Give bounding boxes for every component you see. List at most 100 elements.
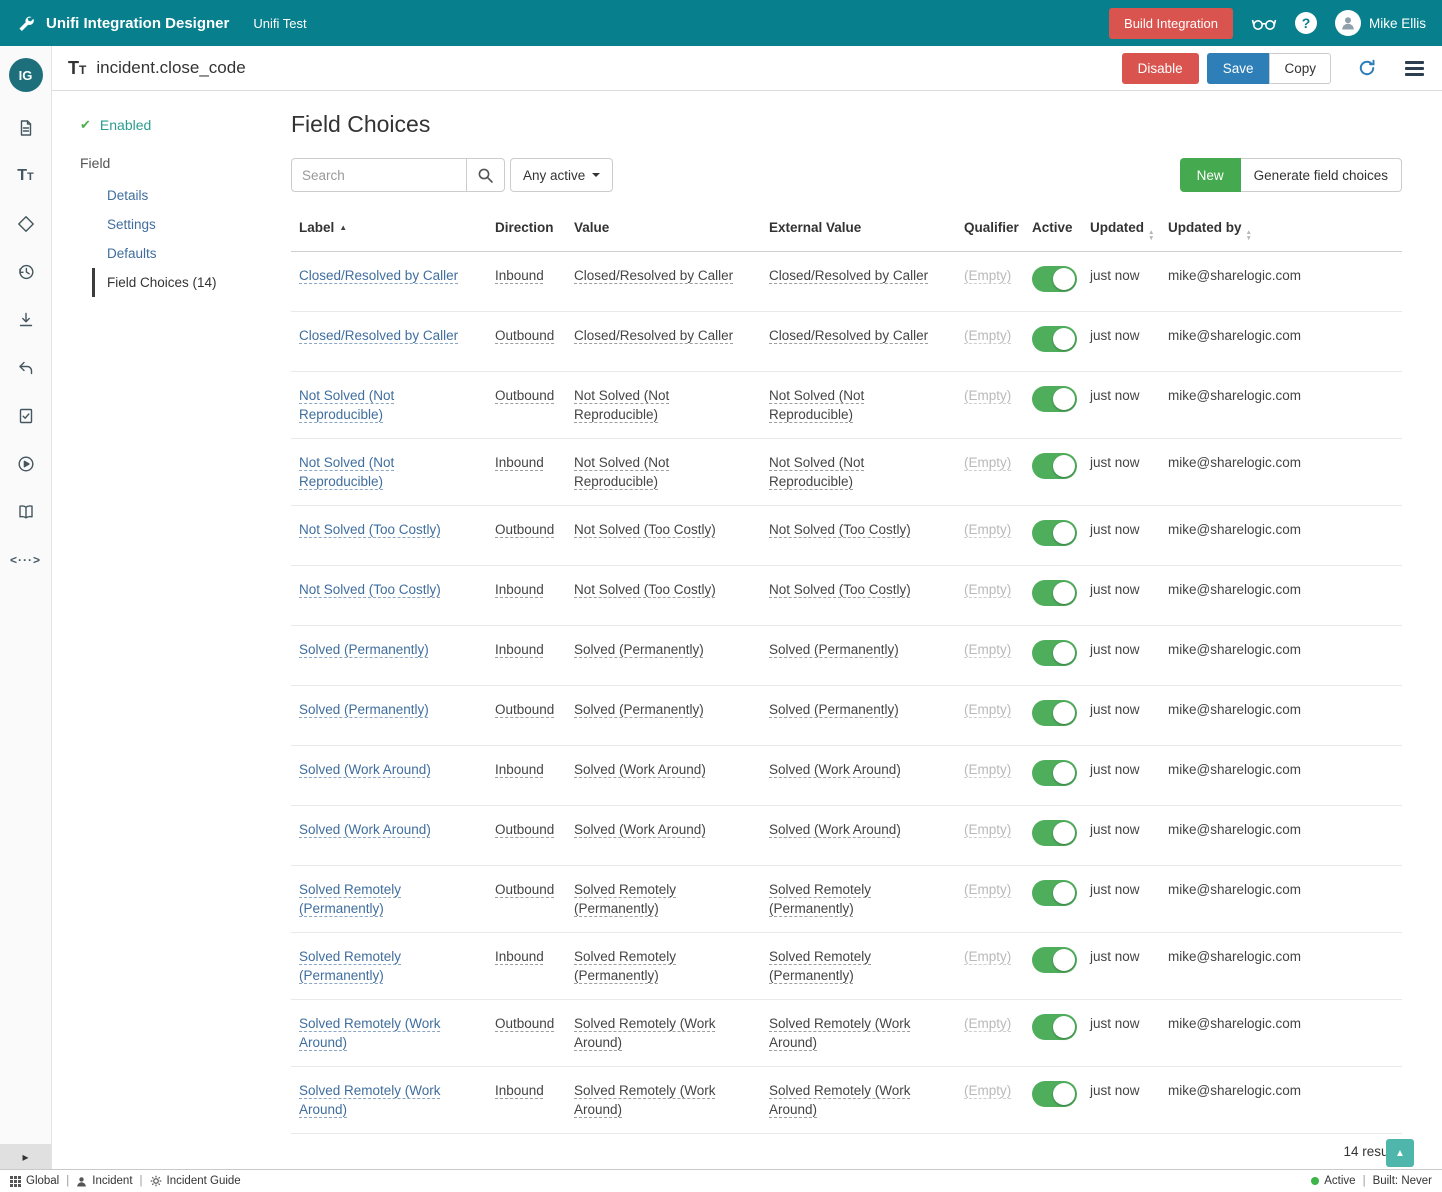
row-label-link[interactable]: Solved (Permanently): [299, 642, 429, 657]
refresh-icon[interactable]: [1357, 58, 1377, 78]
play-icon[interactable]: [17, 454, 35, 474]
row-external-value[interactable]: Solved (Permanently): [769, 702, 899, 717]
row-qualifier[interactable]: (Empty): [964, 1083, 1011, 1098]
copy-button[interactable]: Copy: [1269, 53, 1331, 84]
row-label-link[interactable]: Not Solved (Too Costly): [299, 582, 441, 597]
row-direction[interactable]: Outbound: [495, 822, 554, 837]
row-label-link[interactable]: Solved Remotely (Work Around): [299, 1016, 441, 1050]
row-label-link[interactable]: Closed/Resolved by Caller: [299, 268, 458, 283]
row-value[interactable]: Solved (Work Around): [574, 822, 706, 837]
row-qualifier[interactable]: (Empty): [964, 762, 1011, 777]
row-label-link[interactable]: Solved Remotely (Work Around): [299, 1083, 441, 1117]
undo-icon[interactable]: [17, 358, 35, 378]
row-direction[interactable]: Inbound: [495, 642, 544, 657]
save-button[interactable]: Save: [1207, 53, 1270, 84]
row-direction[interactable]: Outbound: [495, 388, 554, 403]
sidebar-item-defaults[interactable]: Defaults: [92, 239, 260, 268]
row-qualifier[interactable]: (Empty): [964, 949, 1011, 964]
row-direction[interactable]: Outbound: [495, 522, 554, 537]
row-external-value[interactable]: Solved (Work Around): [769, 822, 901, 837]
row-qualifier[interactable]: (Empty): [964, 388, 1011, 403]
row-external-value[interactable]: Solved Remotely (Work Around): [769, 1016, 911, 1050]
row-value[interactable]: Not Solved (Not Reproducible): [574, 455, 669, 489]
row-direction[interactable]: Inbound: [495, 582, 544, 597]
statusbar-item-incident-guide[interactable]: Incident Guide: [150, 1175, 241, 1187]
row-direction[interactable]: Outbound: [495, 702, 554, 717]
row-external-value[interactable]: Solved (Work Around): [769, 762, 901, 777]
row-value[interactable]: Solved (Work Around): [574, 762, 706, 777]
row-value[interactable]: Not Solved (Too Costly): [574, 582, 716, 597]
row-qualifier[interactable]: (Empty): [964, 582, 1011, 597]
preview-glasses-icon[interactable]: [1251, 14, 1277, 32]
document-icon[interactable]: [17, 118, 35, 138]
user-menu[interactable]: Mike Ellis: [1335, 10, 1426, 36]
row-external-value[interactable]: Solved Remotely (Work Around): [769, 1083, 911, 1117]
row-external-value[interactable]: Closed/Resolved by Caller: [769, 268, 928, 283]
active-toggle[interactable]: [1032, 266, 1077, 292]
column-header-qualifier[interactable]: Qualifier: [956, 210, 1024, 251]
active-filter-dropdown[interactable]: Any active: [510, 158, 613, 192]
new-button[interactable]: New: [1180, 158, 1241, 192]
row-value[interactable]: Solved (Permanently): [574, 702, 704, 717]
code-icon[interactable]: <···>: [10, 550, 41, 570]
generate-field-choices-button[interactable]: Generate field choices: [1241, 158, 1402, 192]
row-value[interactable]: Closed/Resolved by Caller: [574, 268, 733, 283]
statusbar-item-incident[interactable]: Incident: [76, 1175, 132, 1187]
column-header-active[interactable]: Active: [1024, 210, 1082, 251]
build-integration-button[interactable]: Build Integration: [1109, 8, 1233, 39]
row-external-value[interactable]: Not Solved (Too Costly): [769, 582, 911, 597]
row-external-value[interactable]: Solved Remotely (Permanently): [769, 882, 871, 916]
row-qualifier[interactable]: (Empty): [964, 268, 1011, 283]
statusbar-item-global[interactable]: Global: [10, 1175, 59, 1187]
active-toggle[interactable]: [1032, 640, 1077, 666]
row-label-link[interactable]: Not Solved (Too Costly): [299, 522, 441, 537]
sidebar-item-details[interactable]: Details: [92, 181, 260, 210]
search-button[interactable]: [467, 158, 505, 192]
row-direction[interactable]: Outbound: [495, 328, 554, 343]
history-icon[interactable]: [17, 262, 35, 282]
text-field-icon[interactable]: TT: [17, 166, 34, 186]
active-toggle[interactable]: [1032, 326, 1077, 352]
column-header-updated[interactable]: Updated▲▼: [1082, 210, 1160, 251]
row-value[interactable]: Solved Remotely (Permanently): [574, 949, 676, 983]
row-direction[interactable]: Inbound: [495, 1083, 544, 1098]
column-header-external-value[interactable]: External Value: [761, 210, 956, 251]
diamond-icon[interactable]: [17, 214, 35, 234]
column-header-direction[interactable]: Direction: [487, 210, 566, 251]
row-label-link[interactable]: Solved (Work Around): [299, 762, 431, 777]
row-direction[interactable]: Inbound: [495, 455, 544, 470]
active-toggle[interactable]: [1032, 520, 1077, 546]
active-toggle[interactable]: [1032, 880, 1077, 906]
active-toggle[interactable]: [1032, 453, 1077, 479]
row-value[interactable]: Not Solved (Too Costly): [574, 522, 716, 537]
active-toggle[interactable]: [1032, 580, 1077, 606]
scroll-to-top-button[interactable]: ▲: [1386, 1139, 1414, 1167]
row-value[interactable]: Solved Remotely (Work Around): [574, 1016, 716, 1050]
row-qualifier[interactable]: (Empty): [964, 328, 1011, 343]
row-value[interactable]: Solved (Permanently): [574, 642, 704, 657]
active-toggle[interactable]: [1032, 947, 1077, 973]
row-label-link[interactable]: Not Solved (Not Reproducible): [299, 388, 394, 422]
column-header-label[interactable]: Label▲: [291, 210, 487, 251]
active-toggle[interactable]: [1032, 700, 1077, 726]
sidebar-item-field-choices[interactable]: Field Choices (14): [92, 268, 260, 297]
search-input[interactable]: [291, 158, 467, 192]
row-external-value[interactable]: Closed/Resolved by Caller: [769, 328, 928, 343]
environment-name[interactable]: Unifi Test: [253, 16, 306, 31]
row-qualifier[interactable]: (Empty): [964, 882, 1011, 897]
help-icon[interactable]: ?: [1295, 12, 1317, 34]
row-value[interactable]: Solved Remotely (Permanently): [574, 882, 676, 916]
row-qualifier[interactable]: (Empty): [964, 1016, 1011, 1031]
row-direction[interactable]: Inbound: [495, 762, 544, 777]
row-direction[interactable]: Inbound: [495, 949, 544, 964]
expand-rail-button[interactable]: ▸: [0, 1144, 51, 1169]
row-label-link[interactable]: Solved Remotely (Permanently): [299, 949, 401, 983]
row-label-link[interactable]: Solved (Work Around): [299, 822, 431, 837]
row-value[interactable]: Closed/Resolved by Caller: [574, 328, 733, 343]
row-label-link[interactable]: Not Solved (Not Reproducible): [299, 455, 394, 489]
row-direction[interactable]: Outbound: [495, 1016, 554, 1031]
row-direction[interactable]: Inbound: [495, 268, 544, 283]
sidebar-item-settings[interactable]: Settings: [92, 210, 260, 239]
download-icon[interactable]: [17, 310, 35, 330]
active-toggle[interactable]: [1032, 1014, 1077, 1040]
